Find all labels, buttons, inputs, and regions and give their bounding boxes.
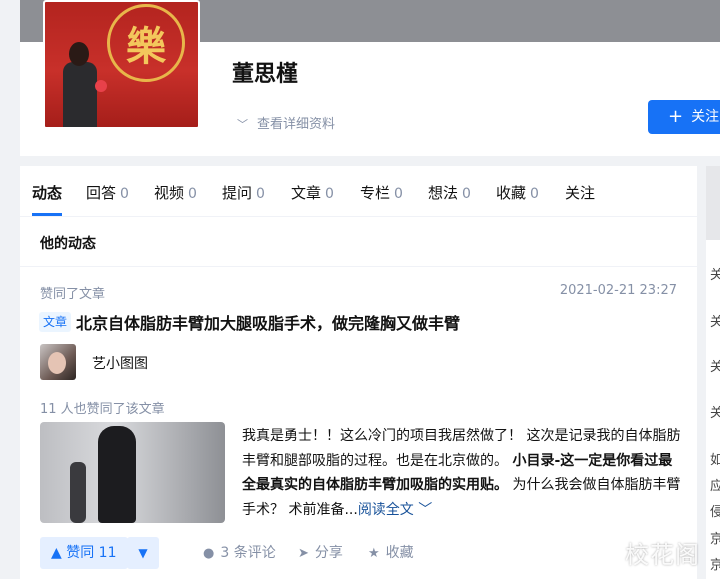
collect-label: 收藏 <box>385 545 414 561</box>
follow-label: 关注 <box>691 109 720 125</box>
avatar-rose <box>95 80 107 92</box>
tab-count: 0 <box>325 186 334 202</box>
comments-button[interactable]: ● 3 条评论 <box>203 537 276 569</box>
article-thumbnail[interactable] <box>40 422 225 523</box>
comments-label: 3 条评论 <box>220 545 276 561</box>
sidebar-item-text[interactable]: 关 <box>710 311 720 330</box>
active-tab-indicator <box>32 213 62 216</box>
share-label: 分享 <box>314 545 343 561</box>
upvote-count-text: 11 人也赞同了该文章 <box>40 402 165 417</box>
tab-collections[interactable]: 收藏 0 <box>496 182 539 203</box>
sidebar-item-text[interactable]: 关 <box>710 402 720 421</box>
tab-questions[interactable]: 提问 0 <box>222 182 265 203</box>
tab-videos[interactable]: 视频 0 <box>154 182 197 203</box>
activity-time: 2021-02-21 23:27 <box>559 283 677 298</box>
activity-action: 赞同了文章 <box>40 287 106 302</box>
profile-name: 董思槿 <box>232 62 299 87</box>
tab-label: 视频 <box>154 184 185 202</box>
author-name-link[interactable]: 艺小图图 <box>92 353 148 373</box>
chevron-down-icon: ﹀ <box>237 118 248 131</box>
triangle-up-icon: ▲ <box>51 545 62 561</box>
author-avatar[interactable] <box>40 344 76 380</box>
tab-label: 文章 <box>291 184 322 202</box>
article-type-badge: 文章 <box>39 312 72 332</box>
sidebar-item-text[interactable]: 关 <box>710 356 720 375</box>
tab-label: 收藏 <box>496 184 527 202</box>
tab-label: 专栏 <box>360 184 391 202</box>
chevron-down-icon: ﹀ <box>418 501 433 518</box>
profile-tabs: 动态 回答 0 视频 0 提问 0 文章 0 专栏 0 想法 0 收藏 0 关注 <box>20 166 697 217</box>
tab-label: 动态 <box>32 184 63 202</box>
sidebar-item-text[interactable]: 应 <box>710 475 720 494</box>
thumbnail-figure <box>98 426 136 523</box>
article-title-link[interactable]: 北京自体脂肪丰臂加大腿吸脂手术，做完隆胸又做丰臂 <box>76 310 460 334</box>
read-more-link[interactable]: 阅读全文 ﹀ <box>358 502 432 518</box>
tab-count: 0 <box>256 186 265 202</box>
collect-button[interactable]: ★ 收藏 <box>368 537 414 569</box>
tab-thoughts[interactable]: 想法 0 <box>428 182 471 203</box>
tab-label: 关注 <box>565 184 596 202</box>
profile-avatar[interactable]: 樂 <box>43 0 200 129</box>
sidebar-item-text[interactable]: 京 <box>710 528 720 547</box>
tab-activity[interactable]: 动态 <box>32 182 62 203</box>
sidebar-block <box>706 166 720 240</box>
tab-columns[interactable]: 专栏 0 <box>360 182 403 203</box>
follow-button[interactable]: + 关注 <box>648 100 720 134</box>
tab-answers[interactable]: 回答 0 <box>86 182 129 203</box>
triangle-down-icon: ▼ <box>138 546 148 560</box>
thumbnail-figure <box>70 462 86 523</box>
tab-count: 0 <box>188 186 197 202</box>
tab-following[interactable]: 关注 <box>565 182 595 203</box>
tab-count: 0 <box>120 186 129 202</box>
section-title: 他的动态 <box>40 236 96 252</box>
sidebar-item-text[interactable]: 关 <box>710 264 720 283</box>
tab-count: 0 <box>530 186 539 202</box>
sidebar-item-text[interactable]: 侵 <box>710 501 720 520</box>
comment-icon: ● <box>203 546 215 561</box>
divider <box>20 266 697 267</box>
tab-label: 想法 <box>428 184 459 202</box>
share-button[interactable]: ➤ 分享 <box>298 537 343 569</box>
sidebar-item-text[interactable]: 京 <box>710 554 720 573</box>
activity-card: 动态 回答 0 视频 0 提问 0 文章 0 专栏 0 想法 0 收藏 0 关注 他的动态 赞… <box>20 166 697 579</box>
avatar-seal: 樂 <box>107 4 185 82</box>
tab-label: 提问 <box>222 184 253 202</box>
view-details-label: 查看详细资料 <box>257 117 336 132</box>
tab-count: 0 <box>462 186 471 202</box>
tab-count: 0 <box>394 186 403 202</box>
downvote-button[interactable]: ▼ <box>127 537 159 569</box>
article-excerpt[interactable]: 我真是勇士！！这么冷门的项目我居然做了！ 这次是记录我的自体脂肪丰臂和腿部吸脂的… <box>242 424 682 522</box>
read-more-label: 阅读全文 <box>357 501 414 518</box>
sidebar-item-text[interactable]: 如 <box>710 449 720 468</box>
share-icon: ➤ <box>298 546 309 561</box>
author-avatar-face <box>48 352 66 374</box>
action-bar: ▲ 赞同 11 ▼ ● 3 条评论 ➤ 分享 ★ 收藏 <box>40 537 697 569</box>
tab-label: 回答 <box>86 184 117 202</box>
upvote-label: 赞同 11 <box>66 545 117 561</box>
plus-icon: + <box>668 106 684 127</box>
upvote-button[interactable]: ▲ 赞同 11 <box>40 537 128 569</box>
right-sidebar: 关 关 关 关 如 应 侵 京 京 <box>706 166 720 579</box>
avatar-person <box>63 62 97 127</box>
star-icon: ★ <box>368 546 380 561</box>
watermark: 校花阁 <box>625 541 700 569</box>
avatar-person-head <box>69 42 89 66</box>
tab-articles[interactable]: 文章 0 <box>291 182 334 203</box>
view-details-link[interactable]: ﹀ 查看详细资料 <box>237 113 335 132</box>
